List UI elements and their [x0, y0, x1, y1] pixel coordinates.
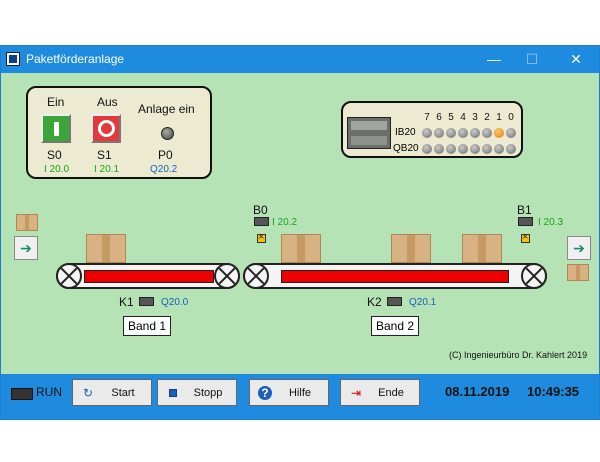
band-1-label: Band 1	[123, 316, 171, 336]
stopp-button[interactable]: Stopp	[157, 379, 237, 406]
sensor-b1-label: B1	[517, 203, 532, 217]
feed-in-arrow-button[interactable]: ➔	[14, 236, 38, 260]
motor-k2-address: Q20.1	[409, 297, 437, 308]
roller	[214, 263, 240, 289]
s0-top-label: Ein	[47, 95, 65, 109]
package-box	[281, 234, 321, 263]
plc-device-icon	[347, 117, 391, 149]
motor-k1-label: K1	[119, 295, 134, 309]
p0-label: P0	[158, 148, 173, 162]
feed-out-arrow-button[interactable]: ➔	[567, 236, 591, 260]
package-box	[391, 234, 431, 263]
run-led	[11, 388, 33, 400]
conveyor-band-1	[56, 263, 240, 289]
copyright-text: (C) Ingenieurbüro Dr. Kahlert 2019	[449, 350, 588, 360]
minimize-button[interactable]: —	[479, 49, 509, 69]
ib20-bit-3-led	[470, 128, 480, 138]
belt-2	[281, 270, 509, 283]
roller	[243, 263, 269, 289]
hilfe-button[interactable]: ? Hilfe	[249, 379, 329, 406]
qb20-bit-3-led	[470, 144, 480, 154]
stop-icon	[166, 386, 180, 400]
motor-k2-label: K2	[367, 295, 382, 309]
package-box	[16, 214, 38, 231]
p0-address: Q20.2	[150, 164, 178, 175]
run-label: RUN	[36, 385, 62, 399]
s1-top-label: Aus	[97, 95, 118, 109]
s0-label: S0	[47, 148, 62, 162]
bit-label: 4	[460, 112, 466, 123]
help-icon: ?	[258, 386, 272, 400]
ib20-bit-5-led	[446, 128, 456, 138]
motor-k1-address: Q20.0	[161, 297, 189, 308]
sensor-b0-light	[257, 231, 266, 243]
sensor-b1-address: I 20.3	[538, 217, 564, 228]
qb20-bit-1-led	[494, 144, 504, 154]
bit-label: 3	[472, 112, 478, 123]
conveyor-band-2	[243, 263, 547, 289]
s0-start-button[interactable]	[41, 114, 71, 143]
belt-1	[84, 270, 214, 283]
package-box	[567, 264, 589, 281]
close-button[interactable]: ✕	[561, 49, 591, 69]
s0-address: I 20.0	[44, 164, 70, 175]
power-on-icon	[54, 122, 59, 136]
qb20-bit-2-led	[482, 144, 492, 154]
p0-top-label: Anlage ein	[138, 102, 195, 116]
status-bar: RUN ↻ Start Stopp ? Hilfe ⇥ Ende 08.11.2…	[1, 374, 599, 419]
roller	[56, 263, 82, 289]
refresh-icon: ↻	[82, 386, 94, 400]
window-title: Paketförderanlage	[26, 52, 125, 66]
plc-panel: 7 6 5 4 3 2 1 0 IB20 QB20	[341, 101, 523, 158]
date-display: 08.11.2019	[445, 384, 510, 399]
bit-label: 5	[448, 112, 454, 123]
package-box	[462, 234, 502, 263]
ib20-label: IB20	[395, 127, 416, 138]
power-off-icon	[98, 120, 115, 137]
bit-label: 6	[436, 112, 442, 123]
bit-label: 0	[508, 112, 514, 123]
maximize-button[interactable]: ☐	[517, 49, 547, 69]
exit-icon: ⇥	[350, 386, 362, 400]
sensor-b1-indicator	[518, 217, 533, 226]
qb20-bit-5-led	[446, 144, 456, 154]
band-2-label: Band 2	[371, 316, 419, 336]
sensor-b0-address: I 20.2	[272, 217, 298, 228]
s1-address: I 20.1	[94, 164, 120, 175]
control-panel: Ein Aus Anlage ein S0 S1 P0 I 20.0 I 20.…	[26, 86, 212, 179]
ib20-bit-7-led	[422, 128, 432, 138]
ib20-bit-1-led	[494, 128, 504, 138]
ende-button[interactable]: ⇥ Ende	[340, 379, 420, 406]
s1-stop-button[interactable]	[91, 114, 121, 143]
ib20-bit-0-led	[506, 128, 516, 138]
sensor-b0-label: B0	[253, 203, 268, 217]
bit-label: 2	[484, 112, 490, 123]
qb20-bit-4-led	[458, 144, 468, 154]
s1-label: S1	[97, 148, 112, 162]
ib20-bit-6-led	[434, 128, 444, 138]
qb20-bit-6-led	[434, 144, 444, 154]
ib20-bit-4-led	[458, 128, 468, 138]
title-bar: Paketförderanlage — ☐ ✕	[1, 46, 599, 73]
start-button[interactable]: ↻ Start	[72, 379, 152, 406]
qb20-bit-7-led	[422, 144, 432, 154]
time-display: 10:49:35	[527, 384, 580, 399]
app-window: Paketförderanlage — ☐ ✕ Ein Aus Anlage e…	[0, 45, 600, 420]
p0-lamp	[161, 127, 174, 140]
qb20-label: QB20	[393, 143, 419, 154]
sensor-b1-light	[521, 231, 530, 243]
motor-k1-indicator	[139, 297, 154, 306]
bit-label: 7	[424, 112, 430, 123]
bit-label: 1	[496, 112, 502, 123]
qb20-bit-0-led	[506, 144, 516, 154]
ib20-bit-2-led	[482, 128, 492, 138]
sensor-b0-indicator	[254, 217, 269, 226]
roller	[521, 263, 547, 289]
package-box	[86, 234, 126, 263]
motor-k2-indicator	[387, 297, 402, 306]
app-icon	[6, 52, 20, 66]
